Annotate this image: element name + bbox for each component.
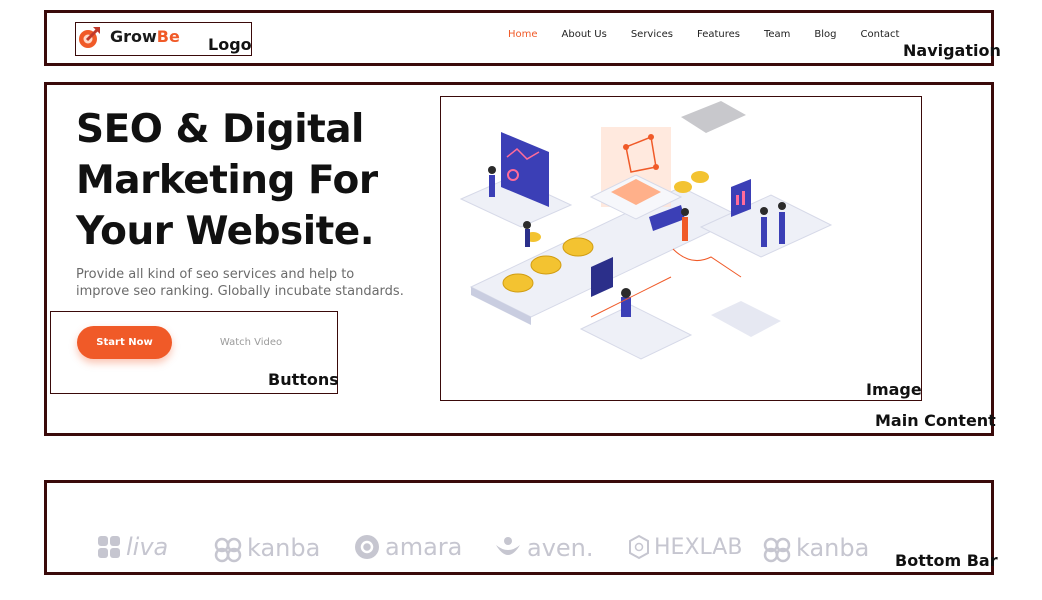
buttons-annotation: Buttons xyxy=(268,370,339,389)
logo-icon xyxy=(79,26,101,48)
bottom-bar-annotation: Bottom Bar xyxy=(895,551,998,570)
brand-name-kanba: kanba xyxy=(796,534,870,562)
logo-annotation: Logo xyxy=(208,35,252,54)
nav-link-team[interactable]: Team xyxy=(764,29,790,40)
brand-name-aven: aven. xyxy=(527,534,594,562)
brand-logo-kanba-1: kanba xyxy=(213,533,320,563)
nav-link-contact[interactable]: Contact xyxy=(861,29,900,40)
nav-links: Home About Us Services Features Team Blo… xyxy=(508,29,923,40)
brand-name-amara: amara xyxy=(385,533,463,561)
nav-link-about[interactable]: About Us xyxy=(562,29,607,40)
kanba-icon xyxy=(763,537,791,563)
hero-title: SEO & Digital Marketing For Your Website… xyxy=(76,107,378,254)
hero-illustration xyxy=(459,101,833,360)
kanba-icon xyxy=(214,537,242,563)
nav-link-home[interactable]: Home xyxy=(508,29,538,40)
logo-text[interactable]: GrowBe xyxy=(110,27,180,46)
logo-text-main: Grow xyxy=(110,27,157,46)
logo-text-accent: Be xyxy=(156,27,180,46)
nav-link-features[interactable]: Features xyxy=(697,29,740,40)
brand-logo-hexlab: HEXLAB xyxy=(628,533,742,561)
brand-logo-amara: amara xyxy=(353,533,462,561)
nav-link-blog[interactable]: Blog xyxy=(814,29,836,40)
nav-link-services[interactable]: Services xyxy=(631,29,673,40)
image-annotation: Image xyxy=(866,380,922,399)
brand-logo-aven: aven. xyxy=(493,533,594,563)
amara-icon xyxy=(355,535,379,559)
watch-video-button[interactable]: Watch Video xyxy=(208,334,294,350)
brand-name-liva: liva xyxy=(126,533,169,561)
brand-name-kanba: kanba xyxy=(247,534,321,562)
navigation-annotation: Navigation xyxy=(903,41,1001,60)
hero-subtitle: Provide all kind of seo services and hel… xyxy=(76,267,404,299)
liva-icon xyxy=(98,536,120,558)
main-content-annotation: Main Content xyxy=(875,411,996,430)
aven-icon xyxy=(496,537,520,555)
brand-logo-kanba-2: kanba xyxy=(762,533,869,563)
hexlab-icon xyxy=(629,534,649,560)
brand-logo-liva: liva xyxy=(96,533,168,561)
start-now-button[interactable]: Start Now xyxy=(77,326,172,359)
brand-name-hexlab: HEXLAB xyxy=(654,534,743,560)
